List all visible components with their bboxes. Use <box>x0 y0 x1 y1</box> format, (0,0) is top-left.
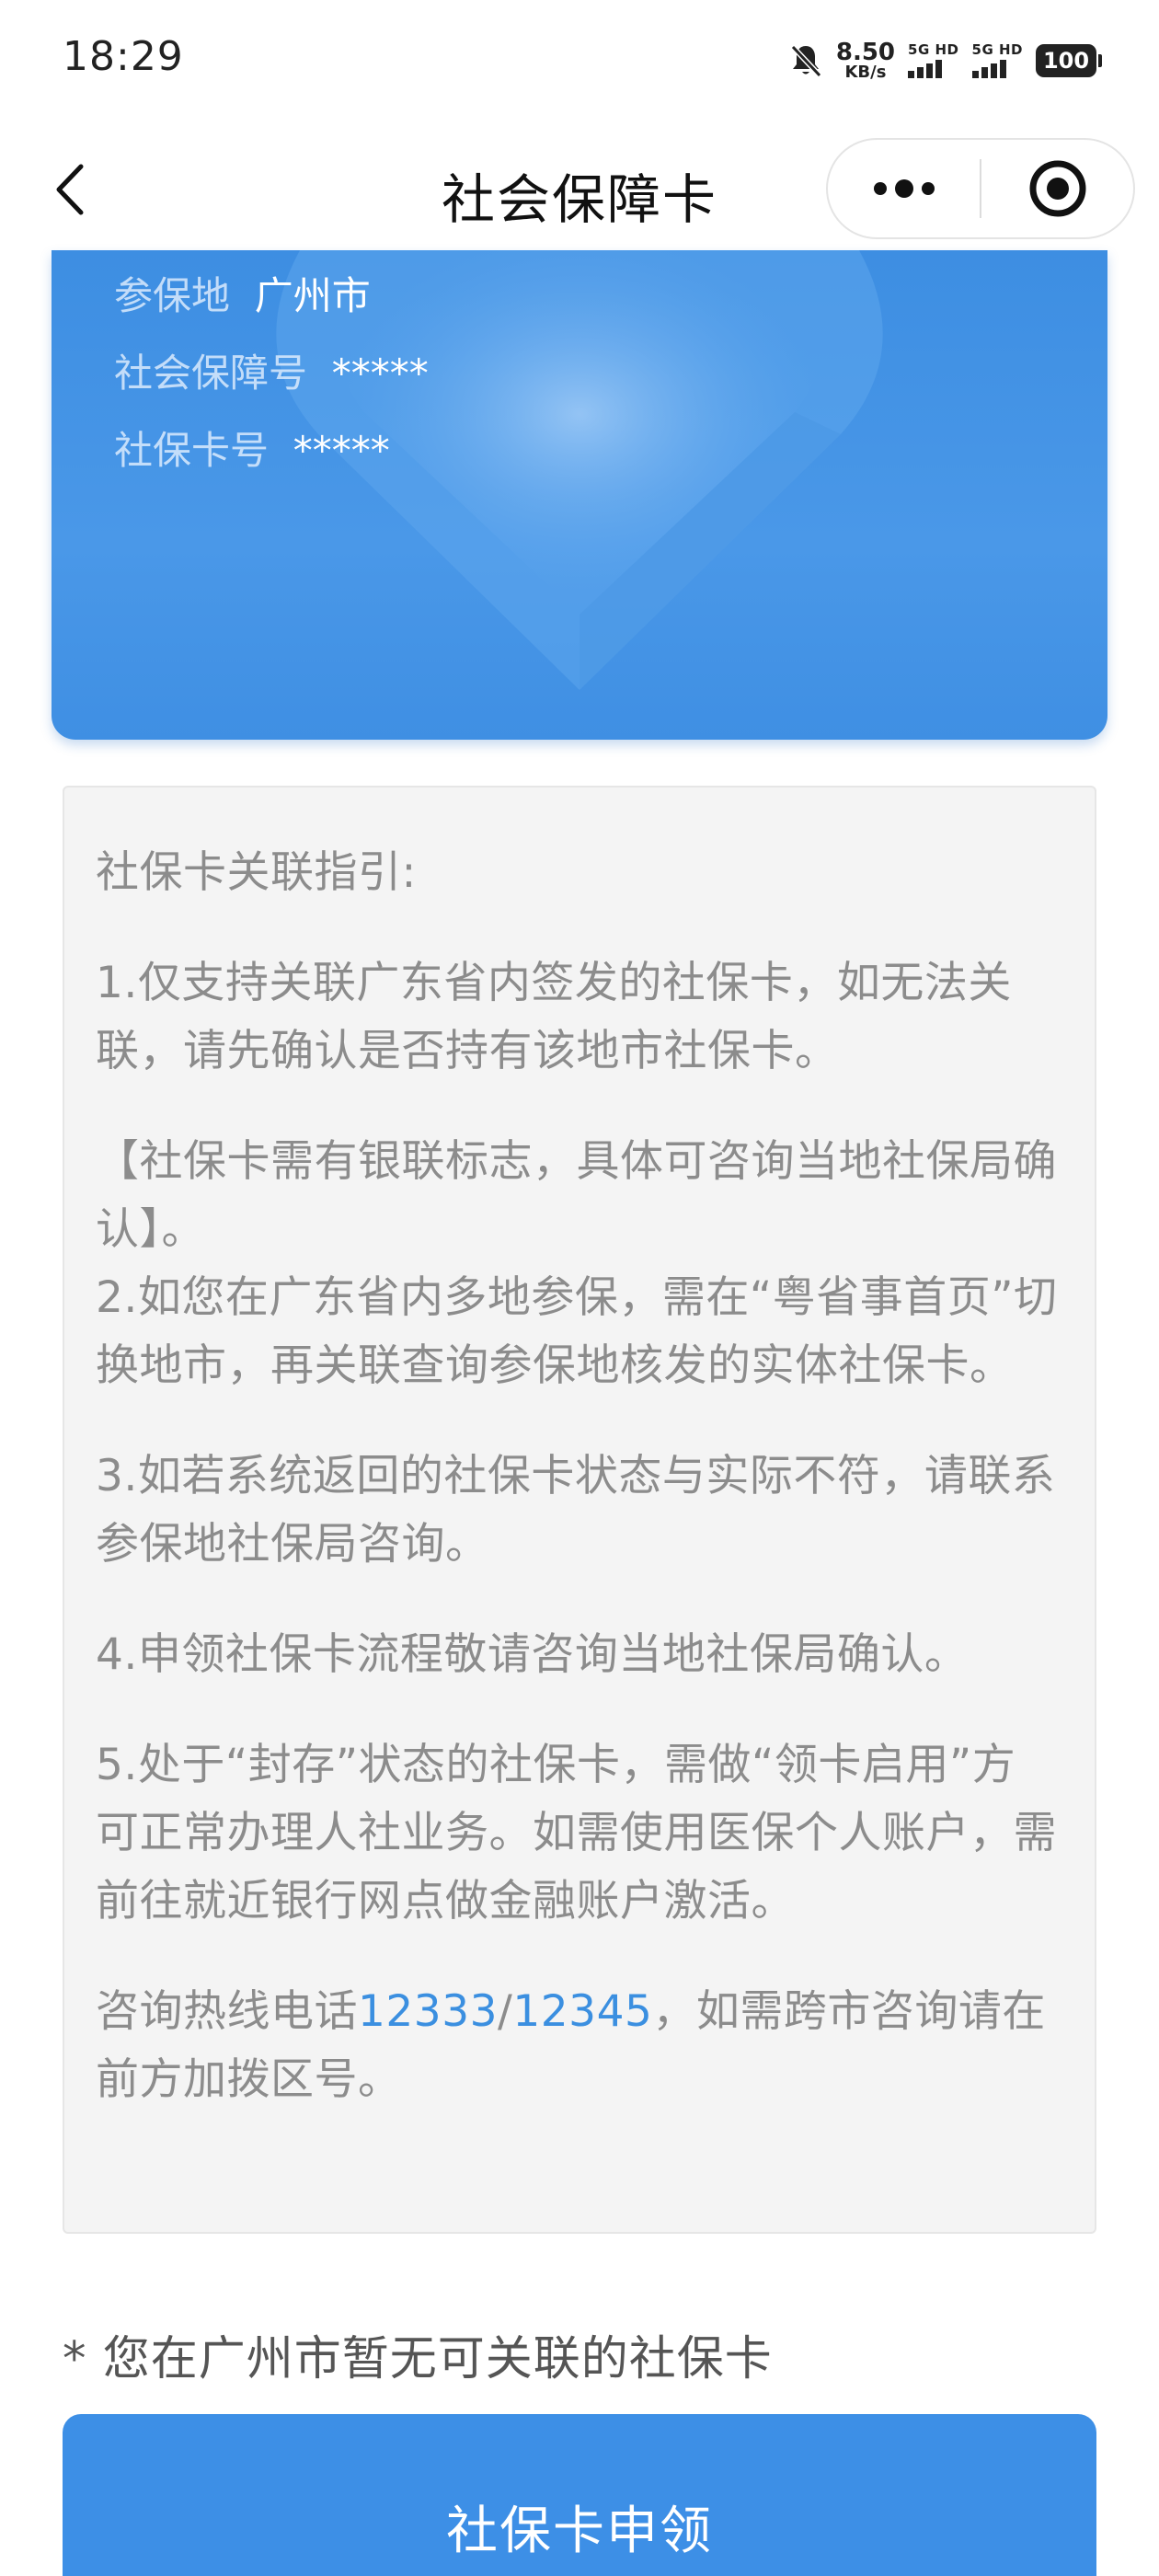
hotline-prefix: 咨询热线电话 <box>96 1986 358 2037</box>
more-button[interactable] <box>828 140 980 237</box>
status-time: 18:29 <box>63 33 184 80</box>
card-ss-number-label: 社会保障号 <box>114 351 308 396</box>
network-speed-unit: KB/s <box>844 63 887 82</box>
signal-1-label: 5G HD <box>908 41 959 58</box>
card-region-value: 广州市 <box>254 273 371 318</box>
status-icons: 8.50 KB/s 5G HD 5G HD 100 <box>788 37 1102 85</box>
card-ss-number-row: 社会保障号 ***** <box>114 342 429 398</box>
close-miniprogram-button[interactable] <box>981 140 1133 237</box>
social-security-card: 参保地 广州市 社会保障号 ***** 社保卡号 ***** <box>52 250 1107 740</box>
guide-item-4: 4.申领社保卡流程敬请咨询当地社保局确认。 <box>96 1629 969 1680</box>
target-close-icon <box>1029 160 1085 217</box>
guide-item-1: 1.仅支持关联广东省内签发的社保卡，如无法关联，请先确认是否持有该地市社保卡。 <box>96 958 1012 1076</box>
card-number-value: ***** <box>293 428 390 473</box>
network-speed: 8.50 KB/s <box>836 40 895 81</box>
hotline-separator: / <box>498 1986 513 2037</box>
link-guide-panel: 社保卡关联指引: 1.仅支持关联广东省内签发的社保卡，如无法关联，请先确认是否持… <box>63 786 1096 2234</box>
guide-item-3: 3.如若系统返回的社保卡状态与实际不符，请联系参保地社保局咨询。 <box>96 1451 1056 1570</box>
signal-2-label: 5G HD <box>971 41 1023 58</box>
signal-1-bars-icon <box>908 60 943 78</box>
hotline-12333-link[interactable]: 12333 <box>358 1986 498 2037</box>
guide-title: 社保卡关联指引: <box>96 847 417 898</box>
network-speed-value: 8.50 <box>835 39 896 66</box>
card-heart-watermark-icon <box>276 250 883 690</box>
card-region-row: 参保地 广州市 <box>114 265 371 321</box>
guide-item-5: 5.处于“封存”状态的社保卡，需做“领卡启用”方可正常办理人社业务。如需使用医保… <box>96 1740 1057 1926</box>
no-card-notice: * 您在广州市暂无可关联的社保卡 <box>63 2332 773 2386</box>
card-region-label: 参保地 <box>114 273 231 318</box>
more-dots-icon <box>873 179 935 198</box>
nav-bar: 社会保障卡 <box>0 129 1159 250</box>
signal-1: 5G HD <box>908 43 958 78</box>
guide-hotline: 咨询热线电话12333/12345，如需跨市咨询请在前方加拨区号。 <box>96 1978 1058 2114</box>
guide-note: 【社保卡需有银联标志，具体可咨询当地社保局确认】。 <box>96 1136 1057 1255</box>
miniprogram-capsule <box>826 138 1135 239</box>
status-bar: 18:29 8.50 KB/s 5G HD 5G HD 100 <box>0 0 1159 121</box>
signal-2: 5G HD <box>971 41 1023 78</box>
signal-2-bars-icon <box>971 60 1006 78</box>
notifications-muted-icon <box>788 42 823 79</box>
card-number-label: 社保卡号 <box>114 428 270 473</box>
hotline-12345-link[interactable]: 12345 <box>512 1986 652 2037</box>
battery-icon: 100 <box>1036 44 1102 77</box>
apply-card-button[interactable]: 社保卡申领 <box>63 2414 1096 2576</box>
guide-item-2: 2.如您在广东省内多地参保，需在“粤省事首页”切换地市，再关联查询参保地核发的实… <box>96 1272 1058 1391</box>
card-number-row: 社保卡号 ***** <box>114 420 390 476</box>
card-ss-number-value: ***** <box>331 351 429 396</box>
